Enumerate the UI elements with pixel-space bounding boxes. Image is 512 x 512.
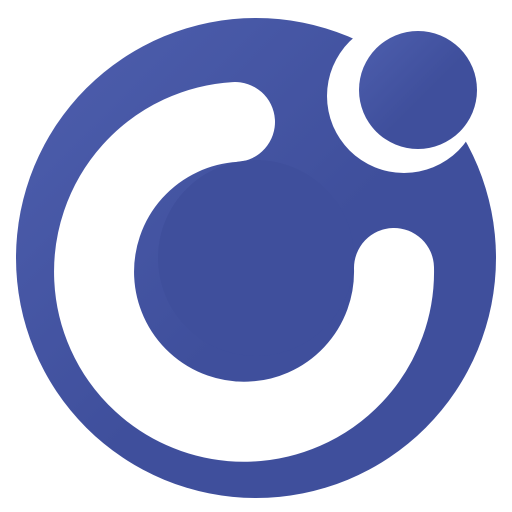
logo-canvas: [0, 0, 512, 512]
circular-c-logo-icon: [16, 18, 496, 498]
inner-disc-shape: [158, 160, 354, 356]
dot-shape: [359, 31, 477, 149]
